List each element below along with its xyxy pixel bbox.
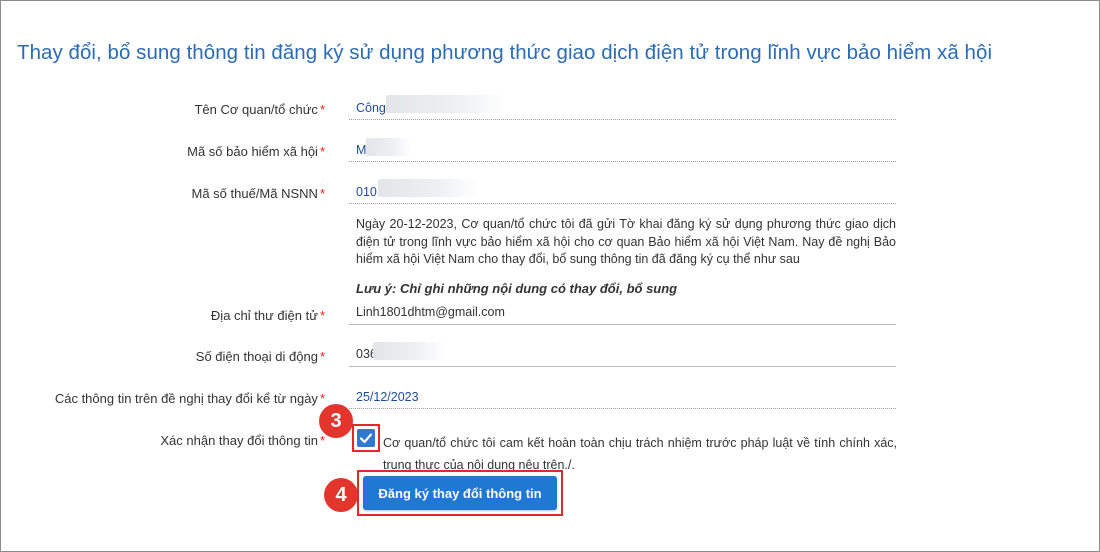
tax-code-field[interactable] bbox=[349, 203, 896, 204]
email-label: Địa chỉ thư điện tử * bbox=[211, 308, 325, 323]
required-mark: * bbox=[319, 144, 325, 159]
social-insurance-code-label-text: Mã số bảo hiểm xã hội bbox=[187, 144, 318, 159]
social-insurance-code-value: M bbox=[356, 143, 367, 157]
org-name-label-text: Tên Cơ quan/tổ chức bbox=[194, 102, 318, 117]
checkmark-icon bbox=[359, 433, 373, 444]
note-emphasis: Lưu ý: Chỉ ghi những nội dung có thay đổ… bbox=[356, 281, 678, 296]
step-4-badge: 4 bbox=[324, 478, 358, 512]
tax-code-label: Mã số thuế/Mã NSNN * bbox=[192, 186, 326, 201]
phone-field[interactable] bbox=[349, 366, 896, 367]
confirm-label-text: Xác nhận thay đổi thông tin bbox=[160, 433, 318, 448]
effective-date-field[interactable] bbox=[349, 408, 896, 409]
effective-date-label: Các thông tin trên đề nghị thay đổi kể t… bbox=[55, 391, 325, 406]
page-title: Thay đổi, bổ sung thông tin đăng ký sử d… bbox=[17, 41, 993, 64]
effective-date-label-text: Các thông tin trên đề nghị thay đổi kể t… bbox=[54, 391, 318, 406]
social-insurance-code-label: Mã số bảo hiểm xã hội * bbox=[187, 144, 325, 159]
required-mark: * bbox=[319, 308, 325, 323]
tax-code-value: 010 bbox=[356, 185, 377, 199]
required-mark: * bbox=[319, 433, 325, 448]
checkbox-highlight bbox=[352, 424, 380, 452]
org-name-label: Tên Cơ quan/tổ chức * bbox=[194, 102, 325, 117]
confirm-label: Xác nhận thay đổi thông tin * bbox=[160, 433, 325, 448]
effective-date-value[interactable]: 25/12/2023 bbox=[356, 390, 419, 404]
step-3-badge: 3 bbox=[319, 404, 353, 438]
org-name-value: Công bbox=[356, 101, 386, 115]
phone-label: Số điện thoại di động * bbox=[196, 349, 325, 364]
redaction-blur bbox=[378, 179, 478, 197]
declaration-note: Ngày 20-12-2023, Cơ quan/tổ chức tôi đã … bbox=[356, 217, 896, 266]
email-field[interactable] bbox=[349, 324, 896, 325]
social-insurance-code-field[interactable] bbox=[349, 161, 896, 162]
redaction-blur bbox=[366, 138, 411, 156]
submit-button-highlight: Đăng ký thay đổi thông tin bbox=[357, 470, 563, 516]
tax-code-label-text: Mã số thuế/Mã NSNN bbox=[191, 186, 318, 201]
redaction-blur bbox=[373, 342, 445, 360]
phone-label-text: Số điện thoại di động bbox=[195, 349, 318, 364]
required-mark: * bbox=[319, 349, 325, 364]
register-change-button[interactable]: Đăng ký thay đổi thông tin bbox=[363, 476, 557, 510]
org-name-field[interactable] bbox=[349, 119, 896, 120]
redaction-blur bbox=[386, 95, 506, 113]
window-frame: Thay đổi, bổ sung thông tin đăng ký sử d… bbox=[0, 0, 1100, 552]
required-mark: * bbox=[319, 102, 325, 117]
email-label-text: Địa chỉ thư điện tử bbox=[210, 308, 318, 323]
confirm-checkbox[interactable] bbox=[357, 429, 375, 447]
required-mark: * bbox=[319, 186, 325, 201]
email-field-value[interactable]: Linh1801dhtm@gmail.com bbox=[356, 305, 505, 319]
required-mark: * bbox=[319, 391, 325, 406]
